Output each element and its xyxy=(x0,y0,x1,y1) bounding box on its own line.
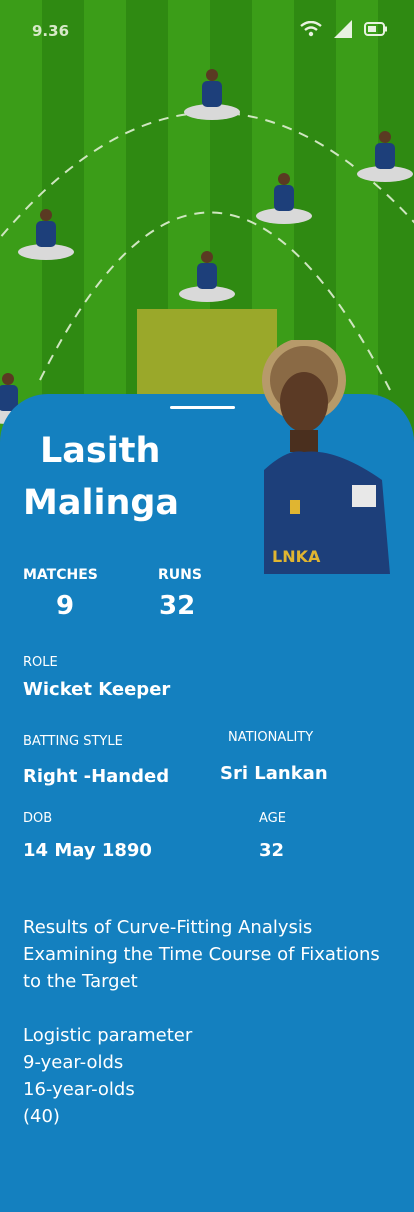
status-bar: 9.36 xyxy=(0,0,414,60)
fielder-player[interactable] xyxy=(182,58,242,120)
description-line: (40) xyxy=(23,1106,60,1127)
fielder-player[interactable] xyxy=(16,198,76,260)
player-icon xyxy=(197,251,217,289)
fielder-player[interactable] xyxy=(177,240,237,302)
description-line: to the Target xyxy=(23,971,138,992)
batting-style-label: BATTING STYLE xyxy=(23,734,123,749)
runs-label: RUNS xyxy=(158,567,202,583)
role-label: ROLE xyxy=(23,655,58,670)
player-icon xyxy=(375,131,395,169)
description-line: 9-year-olds xyxy=(23,1052,124,1073)
description-line: Results of Curve-Fitting Analysis xyxy=(23,917,313,938)
drag-handle[interactable] xyxy=(170,406,235,409)
age-value: 32 xyxy=(259,840,285,861)
battery-icon xyxy=(364,22,387,36)
wifi-icon xyxy=(300,21,322,37)
svg-text:LNKA: LNKA xyxy=(272,547,321,566)
nationality-value: Sri Lankan xyxy=(220,763,328,784)
nationality-label: NATIONALITY xyxy=(228,730,314,745)
dob-label: DOB xyxy=(23,811,53,826)
player-portrait: LNKA xyxy=(262,340,390,574)
player-icon xyxy=(274,173,294,211)
description-line: 16-year-olds xyxy=(23,1079,135,1100)
description-line: Logistic parameter xyxy=(23,1025,193,1046)
player-first-name: Lasith xyxy=(40,431,161,471)
player-last-name: Malinga xyxy=(23,483,180,523)
batting-style-value: Right -Handed xyxy=(23,766,170,787)
runs-value: 32 xyxy=(159,591,196,621)
description-line: Examining the Time Course of Fixations xyxy=(23,944,380,965)
player-icon xyxy=(202,69,222,107)
matches-value: 9 xyxy=(56,591,75,621)
matches-label: MATCHES xyxy=(23,567,98,583)
age-label: AGE xyxy=(259,811,286,826)
player-icon xyxy=(36,209,56,247)
fielder-player[interactable] xyxy=(254,162,314,224)
signal-icon xyxy=(334,20,352,38)
player-description: Results of Curve-Fitting Analysis Examin… xyxy=(23,914,393,1130)
dob-value: 14 May 1890 xyxy=(23,840,152,861)
role-value: Wicket Keeper xyxy=(23,679,171,700)
status-time: 9.36 xyxy=(32,22,70,40)
fielder-player[interactable] xyxy=(355,120,414,182)
